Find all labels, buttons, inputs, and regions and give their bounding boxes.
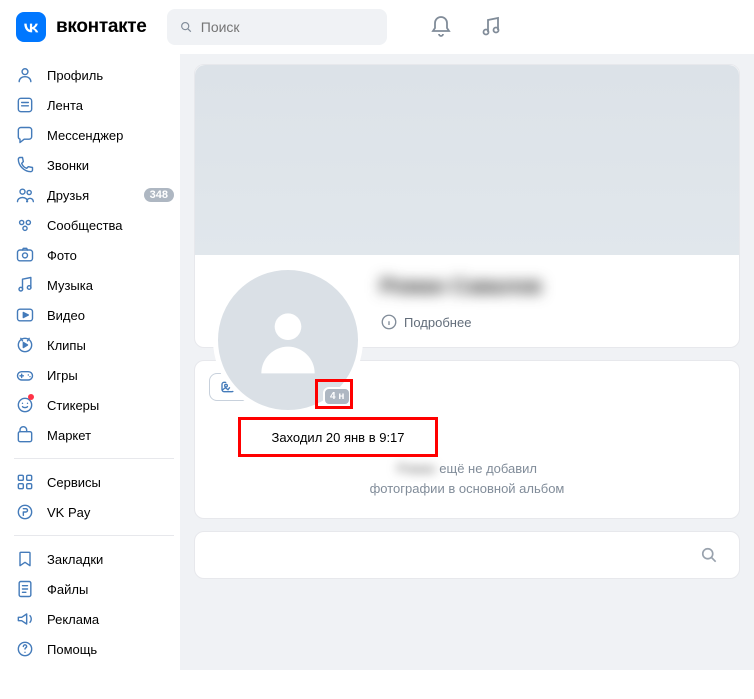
sidebar-item-games[interactable]: Игры <box>10 360 180 390</box>
feed-icon <box>14 94 36 116</box>
wall-search-card <box>194 531 740 579</box>
sidebar-item-clips[interactable]: Клипы <box>10 330 180 360</box>
sidebar-item-music[interactable]: Музыка <box>10 270 180 300</box>
nav-separator <box>14 458 174 459</box>
header: вконтакте <box>0 0 754 54</box>
sidebar-item-label: Звонки <box>47 158 89 173</box>
sidebar-item-label: Видео <box>47 308 85 323</box>
sidebar-item-label: Закладки <box>47 552 103 567</box>
sidebar-item-label: Маркет <box>47 428 91 443</box>
sidebar-item-market[interactable]: Маркет <box>10 420 180 450</box>
sidebar-item-label: Файлы <box>47 582 88 597</box>
more-info-label: Подробнее <box>404 315 471 330</box>
profile-icon <box>14 64 36 86</box>
cover-image[interactable] <box>195 65 739 255</box>
sidebar-item-label: Профиль <box>47 68 103 83</box>
sidebar-item-label: VK Pay <box>47 505 90 520</box>
search-icon[interactable] <box>695 541 723 569</box>
clips-icon <box>14 334 36 356</box>
sidebar-item-messenger[interactable]: Мессенджер <box>10 120 180 150</box>
sidebar-item-ads[interactable]: Реклама <box>10 604 180 634</box>
search-input[interactable] <box>201 19 375 35</box>
files-icon <box>14 578 36 600</box>
sidebar-item-label: Фото <box>47 248 77 263</box>
sidebar-item-groups[interactable]: Сообщества <box>10 210 180 240</box>
photo-icon <box>14 244 36 266</box>
sidebar-item-label: Игры <box>47 368 78 383</box>
sidebar-item-photo[interactable]: Фото <box>10 240 180 270</box>
more-info-link[interactable]: Подробнее <box>380 313 739 331</box>
sidebar-item-help[interactable]: Помощь <box>10 634 180 664</box>
sidebar-item-label: Помощь <box>47 642 97 657</box>
sidebar-item-label: Лента <box>47 98 83 113</box>
market-icon <box>14 424 36 446</box>
music-icon[interactable] <box>477 13 505 41</box>
bookmarks-icon <box>14 548 36 570</box>
last-seen-tooltip: Заходил 20 янв в 9:17 <box>238 417 438 457</box>
sidebar-item-vkpay[interactable]: VK Pay <box>10 497 180 527</box>
video-icon <box>14 304 36 326</box>
sidebar-item-label: Сервисы <box>47 475 101 490</box>
sidebar-item-friends[interactable]: Друзья 348 <box>10 180 180 210</box>
services-icon <box>14 471 36 493</box>
messenger-icon <box>14 124 36 146</box>
sidebar-item-services[interactable]: Сервисы <box>10 467 180 497</box>
sidebar-item-feed[interactable]: Лента <box>10 90 180 120</box>
sidebar: Профиль Лента Мессенджер Звонки Друзья 348 Соо… <box>0 54 180 670</box>
calls-icon <box>14 154 36 176</box>
brand-text[interactable]: вконтакте <box>56 16 147 38</box>
sidebar-item-label: Мессенджер <box>47 128 123 143</box>
notifications-icon[interactable] <box>427 13 455 41</box>
vkpay-icon <box>14 501 36 523</box>
nav-badge: 348 <box>144 188 174 202</box>
header-icons <box>427 13 505 41</box>
sidebar-item-files[interactable]: Файлы <box>10 574 180 604</box>
sidebar-item-video[interactable]: Видео <box>10 300 180 330</box>
nav-separator <box>14 535 174 536</box>
search-box[interactable] <box>167 9 387 45</box>
sidebar-item-profile[interactable]: Профиль <box>10 60 180 90</box>
sidebar-item-label: Сообщества <box>47 218 123 233</box>
sidebar-item-label: Реклама <box>47 612 99 627</box>
sidebar-item-label: Клипы <box>47 338 86 353</box>
groups-icon <box>14 214 36 236</box>
ads-icon <box>14 608 36 630</box>
help-icon <box>14 638 36 660</box>
games-icon <box>14 364 36 386</box>
sidebar-item-label: Музыка <box>47 278 93 293</box>
profile-name: Роман Савалов <box>380 275 739 299</box>
sidebar-item-calls[interactable]: Звонки <box>10 150 180 180</box>
sidebar-item-stickers[interactable]: Стикеры <box>10 390 180 420</box>
main-content: 4 н Роман Савалов Подробнее Заходил 20 я… <box>180 54 754 670</box>
vk-logo[interactable] <box>16 12 46 42</box>
sidebar-item-label: Стикеры <box>47 398 99 413</box>
sidebar-item-label: Друзья <box>47 188 89 203</box>
last-seen-badge[interactable]: 4 н <box>323 387 351 406</box>
profile-card: 4 н Роман Савалов Подробнее Заходил 20 я… <box>194 64 740 348</box>
sidebar-item-bookmarks[interactable]: Закладки <box>10 544 180 574</box>
music-icon <box>14 274 36 296</box>
notification-dot <box>28 394 34 400</box>
friends-icon <box>14 184 36 206</box>
